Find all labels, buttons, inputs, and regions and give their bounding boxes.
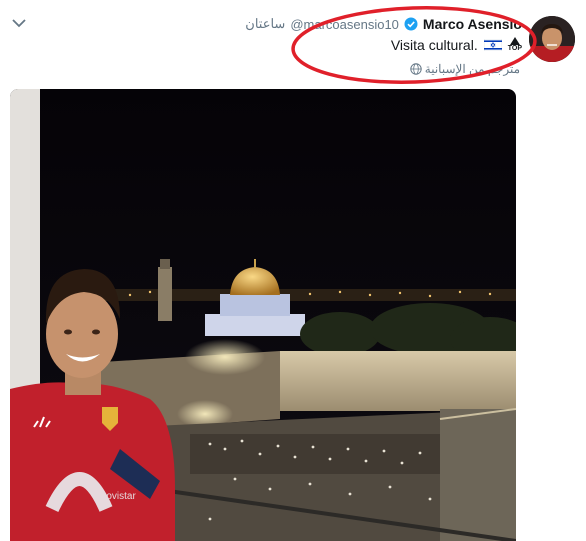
avatar[interactable] — [529, 16, 575, 62]
tweet-text: Visita cultural. — [390, 37, 478, 53]
tweet-header: Marco Asensio @marcoasensio10 ساعتان — [245, 14, 522, 34]
israel-flag-icon — [483, 39, 502, 51]
translate-link[interactable]: مترجم من الإسبانية — [410, 60, 520, 78]
top-arrow-icon: TOP — [508, 37, 522, 53]
tweet-photo[interactable]: movistar — [10, 89, 516, 541]
handle[interactable]: @marcoasensio10 — [290, 17, 399, 32]
verified-badge-icon — [404, 17, 418, 31]
western-wall — [280, 351, 516, 411]
globe-icon — [410, 63, 422, 75]
top-badge-label: TOP — [507, 45, 522, 52]
shirt-text: movistar — [98, 491, 136, 502]
minaret — [158, 267, 172, 321]
tweet-text-line: TOP Visita cultural. — [391, 35, 522, 55]
chevron-down-icon[interactable] — [10, 14, 28, 32]
timestamp[interactable]: ساعتان — [245, 16, 285, 32]
display-name[interactable]: Marco Asensio — [423, 16, 522, 32]
translate-label: مترجم من الإسبانية — [424, 62, 520, 76]
